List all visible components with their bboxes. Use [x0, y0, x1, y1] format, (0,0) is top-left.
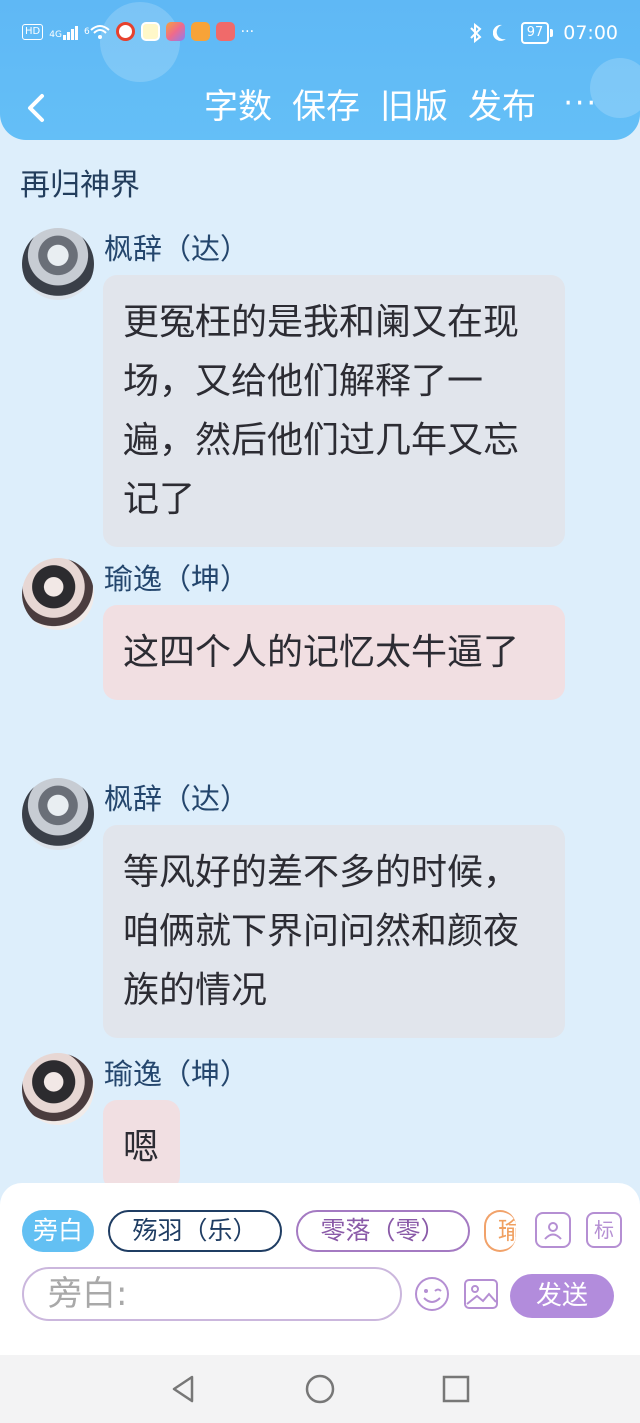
role-chip-narration[interactable]: 旁白	[22, 1210, 94, 1252]
nav-home-icon[interactable]	[302, 1371, 338, 1407]
sender-name: 瑜逸（坤）	[104, 1057, 250, 1091]
avatar[interactable]	[22, 558, 94, 630]
emoji-icon[interactable]	[414, 1276, 450, 1312]
role-chip[interactable]: 瑜	[484, 1210, 516, 1252]
face-app-icon	[140, 22, 160, 41]
more-icon[interactable]: ···	[563, 89, 598, 119]
sender-name: 枫辞（达）	[104, 232, 250, 266]
bluetooth-icon	[469, 23, 482, 43]
sender-name: 瑜逸（坤）	[104, 562, 250, 596]
battery-level: 97	[520, 22, 550, 44]
chapter-title[interactable]: 再归神界	[20, 160, 140, 204]
nav-recents-icon[interactable]	[438, 1371, 474, 1407]
status-left: HD 4G 6 ···	[22, 22, 254, 41]
gift-app-icon	[215, 22, 235, 41]
signal-icon: 4G	[49, 24, 78, 40]
avatar[interactable]	[22, 1053, 94, 1125]
publish-button[interactable]: 发布	[468, 85, 536, 129]
old-version-button[interactable]: 旧版	[380, 85, 448, 129]
avatar[interactable]	[22, 228, 94, 300]
battery-icon: 97	[520, 22, 554, 44]
image-icon[interactable]	[463, 1276, 499, 1312]
tag-button[interactable]: 标	[586, 1212, 622, 1248]
more-notifications-icon: ···	[240, 23, 255, 40]
nav-back-icon[interactable]	[166, 1371, 202, 1407]
save-button[interactable]: 保存	[292, 85, 360, 129]
message-bubble[interactable]: 等风好的差不多的时候，咱俩就下界问问然和颜夜族的情况	[103, 825, 565, 1038]
message-bubble[interactable]: 这四个人的记忆太牛逼了	[103, 605, 565, 700]
message-bubble[interactable]: 嗯	[103, 1100, 180, 1190]
signal-gen-label: 4G	[49, 29, 62, 40]
send-button[interactable]: 发送	[510, 1274, 614, 1318]
heart-app-icon	[190, 22, 210, 41]
nav-bar: 字数 保存 旧版 发布 ···	[0, 80, 640, 136]
role-chip[interactable]: 零落（零）	[296, 1210, 470, 1252]
sender-name: 枫辞（达）	[104, 782, 250, 816]
weibo-app-icon	[115, 22, 135, 41]
network-badge: HD	[22, 23, 44, 40]
contact-icon[interactable]	[535, 1212, 571, 1248]
wifi-icon: 6	[84, 24, 110, 40]
back-icon[interactable]	[20, 88, 54, 128]
moon-icon	[492, 24, 506, 41]
app-header: HD 4G 6 ··· 97 07:00 字数 保存 旧版 发布 ···	[0, 0, 640, 140]
status-right: 97 07:00	[469, 22, 618, 44]
composer-panel: 旁白 殇羽（乐） 零落（零） 瑜 标 旁白: 发送	[0, 1183, 640, 1355]
cube-app-icon	[165, 22, 185, 41]
message-bubble[interactable]: 更冤枉的是我和阑又在现场，又给他们解释了一遍，然后他们过几年又忘记了	[103, 275, 565, 547]
avatar[interactable]	[22, 778, 94, 850]
system-nav-bar	[0, 1355, 640, 1423]
message-input[interactable]: 旁白:	[22, 1267, 402, 1321]
clock: 07:00	[563, 22, 618, 44]
status-bar: HD 4G 6 ··· 97 07:00	[0, 18, 640, 52]
nav-actions: 字数 保存 旧版 发布	[204, 85, 536, 129]
role-chip[interactable]: 殇羽（乐）	[108, 1210, 282, 1252]
word-count-button[interactable]: 字数	[204, 85, 272, 129]
